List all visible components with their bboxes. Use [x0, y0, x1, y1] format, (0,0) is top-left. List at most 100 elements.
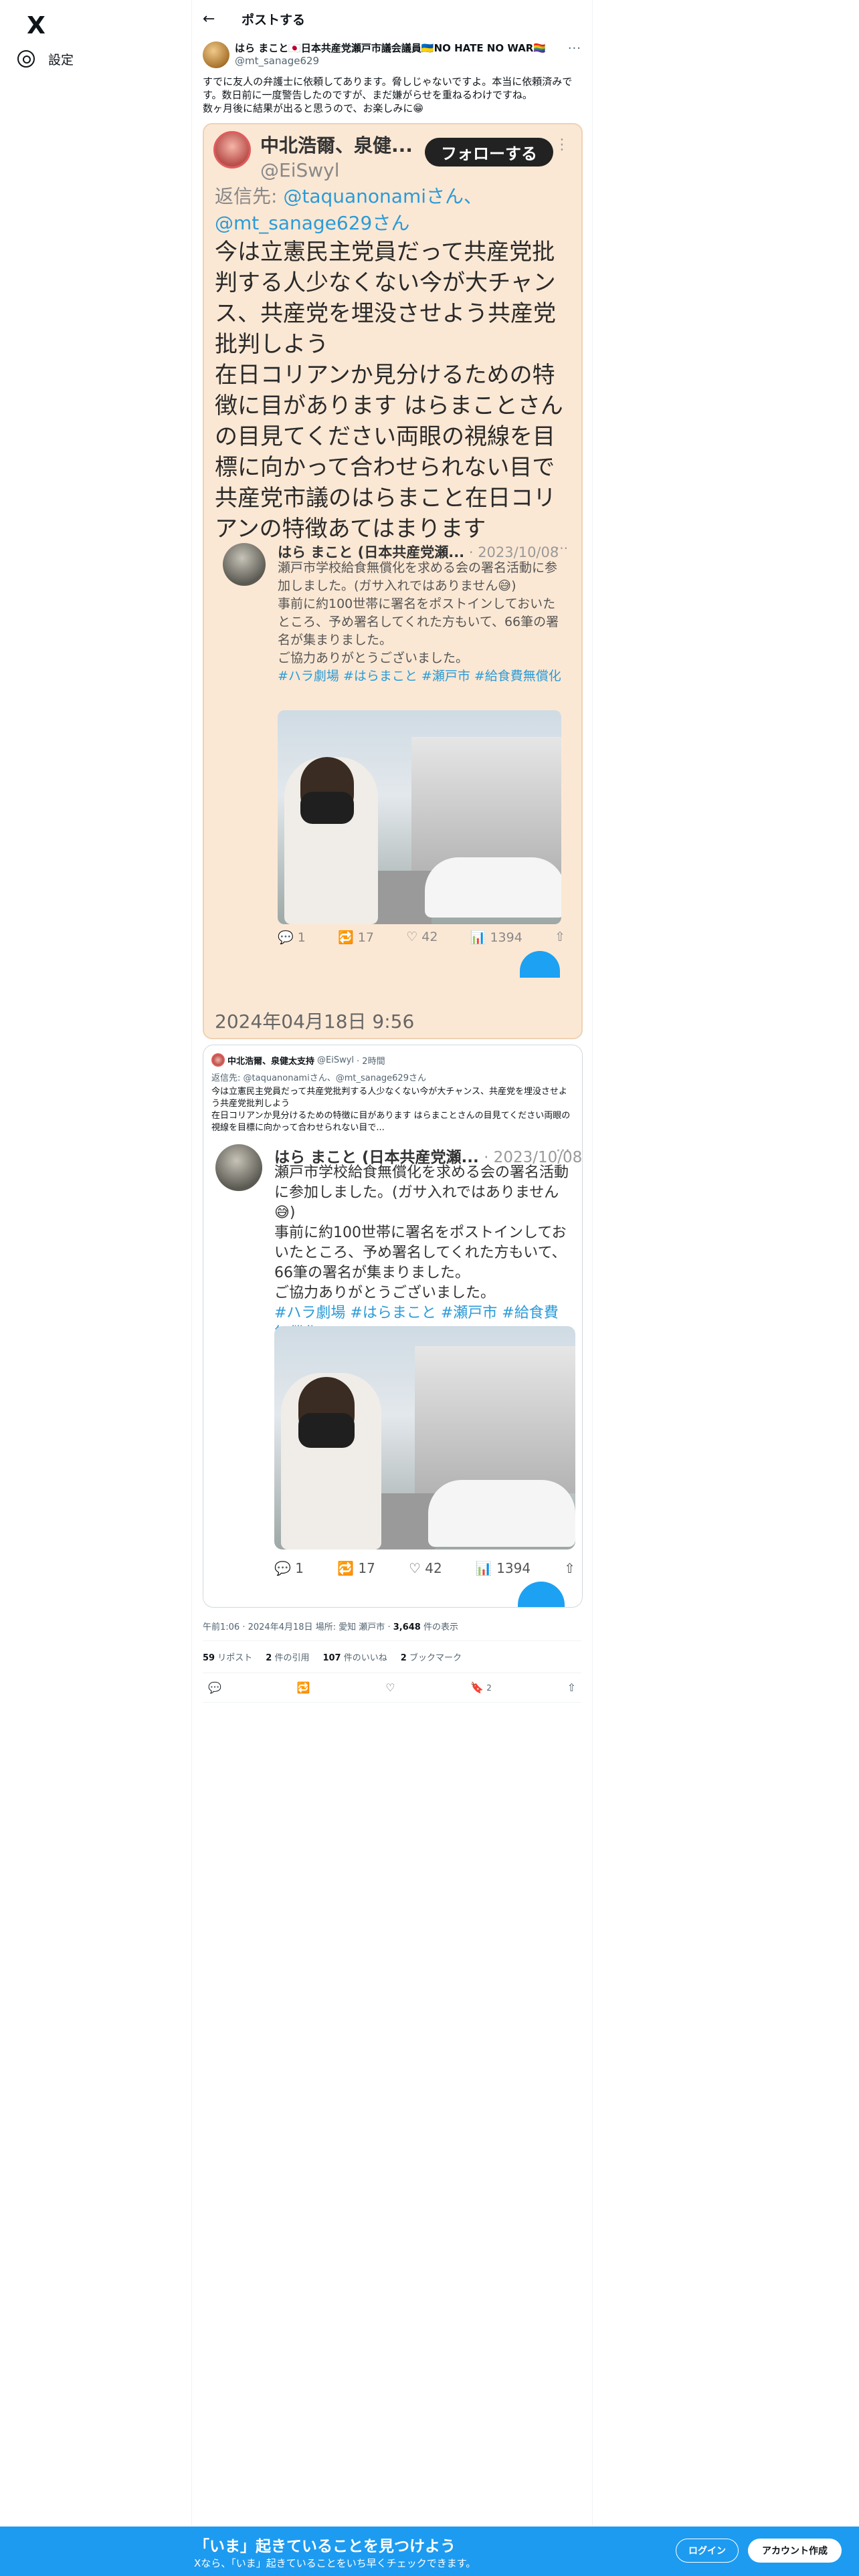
quoted-image: はら まこと (日本共産党瀬... · 2023/10/08 ··· 瀬戸市学校…	[211, 1132, 582, 1607]
inner-text: 瀬戸市学校給食無償化を求める会の署名活動に参加しました。(ガサ入れではありません…	[274, 1163, 569, 1344]
share-icon[interactable]: ⇧	[567, 1681, 576, 1694]
inner-share-icon: ⇧	[564, 1560, 575, 1576]
shot-views-value: 1394	[490, 930, 522, 945]
shot-retweet-value: 17	[357, 930, 374, 945]
meta-views: 3,648	[393, 1622, 421, 1632]
shot-handle: @EiSwyl	[260, 159, 340, 181]
reposts-label: リポスト	[217, 1653, 253, 1663]
top-bar: ← ポストする	[192, 0, 592, 37]
shot-quote-more-icon: ···	[555, 540, 568, 556]
quotes-label: 件の引用	[274, 1653, 310, 1663]
inner-blue-bubble	[518, 1582, 565, 1607]
shot-quote-actions: 💬 1 🔁 17 ♡ 42 📊 1394 ⇧	[278, 930, 565, 945]
bookmarks-value: 2	[400, 1653, 407, 1663]
shot-quoted-tweet: はら まこと (日本共産党瀬... · 2023/10/08 ··· 瀬戸市学校…	[215, 535, 575, 979]
inner-retweet-count: 🔁 17	[337, 1560, 375, 1576]
stat-bookmarks[interactable]: 2 ブックマーク	[401, 1650, 462, 1663]
meta-views-label: 件の表示	[423, 1622, 458, 1632]
inner-photo-building	[415, 1346, 575, 1493]
action-bar: 💬 🔁 ♡ 🔖 2 ⇧	[203, 1673, 581, 1703]
shot-quote-name: はら まこと (日本共産党瀬...	[278, 544, 465, 560]
avatar[interactable]	[203, 41, 229, 68]
tweet-stats: 59 リポスト 2 件の引用 107 件のいいね 2 ブックマーク	[203, 1641, 581, 1673]
quoted-handle: @EiSwyl	[317, 1055, 355, 1065]
shot-views-count: 📊 1394	[470, 930, 522, 945]
shot-author: 中北浩爾、泉健... @EiSwyl	[213, 131, 413, 181]
quoted-name: 中北浩爾、泉健太支持	[227, 1056, 315, 1067]
stat-reposts[interactable]: 59 リポスト	[203, 1650, 252, 1663]
bookmark-icon: 🔖	[470, 1681, 484, 1694]
left-nav: X 設定	[0, 0, 191, 2576]
inner-photo-car	[428, 1480, 575, 1547]
inner-more-icon: ···	[556, 1143, 570, 1160]
inner-like-count: ♡ 42	[409, 1560, 442, 1576]
page-title: ポストする	[242, 12, 306, 27]
x-logo[interactable]: X	[17, 7, 55, 44]
photo-road	[371, 871, 432, 924]
inner-like-value: 42	[425, 1560, 442, 1576]
meta-time[interactable]: 午前1:06	[203, 1622, 240, 1632]
tweet-author: はら まこと🇯🇵日本共産党瀬戸市議会議員🇺🇦NO HATE NO WAR🏳️‍🌈…	[203, 41, 581, 68]
inner-views-value: 1394	[496, 1560, 531, 1576]
settings-label: 設定	[48, 52, 74, 68]
inner-actions: 💬 1 🔁 17 ♡ 42 📊 1394 ⇧	[274, 1560, 575, 1576]
nav-item-settings[interactable]: 設定	[17, 45, 74, 72]
reposts-value: 59	[203, 1653, 215, 1663]
meta-place[interactable]: 場所: 愛知 瀬戸市	[316, 1622, 385, 1632]
shot-quote-tags: #ハラ劇場 #はらまこと #瀬戸市 #給食費無償化	[278, 669, 561, 683]
shot-date: 2024年04月18日 9:56	[215, 1010, 415, 1033]
shot-quote-body: 瀬戸市学校給食無償化を求める会の署名活動に参加しました。(ガサ入れではありません…	[278, 560, 559, 665]
author-name[interactable]: はら まこと🇯🇵日本共産党瀬戸市議会議員🇺🇦NO HATE NO WAR🏳️‍🌈…	[235, 41, 549, 55]
shot-follow-button: フォローする	[425, 138, 553, 167]
signup-button[interactable]: アカウント作成	[748, 2539, 842, 2563]
meta-date[interactable]: 2024年4月18日	[248, 1622, 313, 1632]
shot-main-text: 今は立憲民主党員だって共産党批判する人少なくない今が大チャンス、共産党を埋没させ…	[215, 239, 563, 542]
shot-avatar	[213, 131, 251, 169]
shot-quote-date: · 2023/10/08	[468, 544, 559, 560]
photo-car	[425, 857, 561, 918]
inner-views-count: 📊 1394	[475, 1560, 531, 1576]
back-arrow-icon[interactable]: ←	[203, 11, 219, 27]
inner-reply-count: 💬 1	[274, 1560, 304, 1576]
shot-like-value: 42	[421, 930, 438, 944]
shot-quote-text: 瀬戸市学校給食無償化を求める会の署名活動に参加しました。(ガサ入れではありません…	[278, 559, 565, 685]
shot-name: 中北浩爾、泉健...	[260, 134, 413, 156]
quoted-tweet-head: 中北浩爾、泉健太支持 @EiSwyl · 2時間	[211, 1053, 574, 1067]
login-banner: 「いま」起きていることを見つけよう Xなら、「いま」起きていることをいち早くチェ…	[0, 2527, 859, 2576]
likes-value: 107	[322, 1653, 341, 1663]
attached-screenshot[interactable]: 中北浩爾、泉健... @EiSwyl フォローする ⋮ 返信先: @taquan…	[203, 123, 583, 1039]
quoted-reply-to: 返信先: @taquanonamiさん、@mt_sanage629さん	[211, 1073, 426, 1083]
tweet-meta: 午前1:06 · 2024年4月18日 場所: 愛知 瀬戸市 · 3,648 件…	[203, 1620, 581, 1641]
likes-label: 件のいいね	[343, 1653, 387, 1663]
like-icon[interactable]: ♡	[385, 1681, 395, 1694]
more-icon[interactable]: ···	[568, 41, 581, 56]
retweet-icon[interactable]: 🔁	[297, 1681, 310, 1694]
bookmark-count: 2	[486, 1683, 492, 1693]
quoted-time: · 2時間	[357, 1056, 385, 1067]
banner-title: 「いま」起きていることを見つけよう	[194, 2538, 456, 2555]
photo-mask	[300, 792, 354, 824]
banner-subtitle: Xなら、「いま」起きていることをいち早くチェックできます。	[194, 2557, 476, 2569]
login-button[interactable]: ログイン	[676, 2539, 739, 2563]
shot-share-icon: ⇧	[555, 930, 565, 944]
inner-avatar	[215, 1144, 262, 1191]
inner-reply-value: 1	[295, 1560, 304, 1576]
quotes-value: 2	[266, 1653, 272, 1663]
quoted-tweet[interactable]: 中北浩爾、泉健太支持 @EiSwyl · 2時間 返信先: @taquanona…	[203, 1045, 583, 1608]
shot-like-count: ♡ 42	[406, 930, 438, 944]
app: X 設定 ← ポストする はら まこと🇯🇵日本共産党瀬戸市議会議員🇺🇦NO HA…	[0, 0, 859, 2576]
shot-blue-bubble	[520, 951, 560, 978]
bookmarks-label: ブックマーク	[409, 1653, 462, 1663]
shot-quote-photo	[278, 710, 561, 924]
inner-retweet-value: 17	[358, 1560, 375, 1576]
photo-building	[411, 737, 561, 877]
inner-photo-road	[375, 1493, 435, 1549]
bookmark-button[interactable]: 🔖 2	[470, 1681, 492, 1694]
inner-photo-mask	[298, 1413, 355, 1448]
quoted-avatar	[211, 1053, 225, 1067]
quoted-text: 今は立憲民主党員だって共産党批判する人少なくない今が大チャンス、共産党を埋没させ…	[211, 1087, 571, 1133]
stat-likes[interactable]: 107 件のいいね	[322, 1650, 387, 1663]
reply-icon[interactable]: 💬	[208, 1681, 221, 1694]
stat-quotes[interactable]: 2 件の引用	[266, 1650, 309, 1663]
author-handle[interactable]: @mt_sanage629	[235, 55, 549, 68]
